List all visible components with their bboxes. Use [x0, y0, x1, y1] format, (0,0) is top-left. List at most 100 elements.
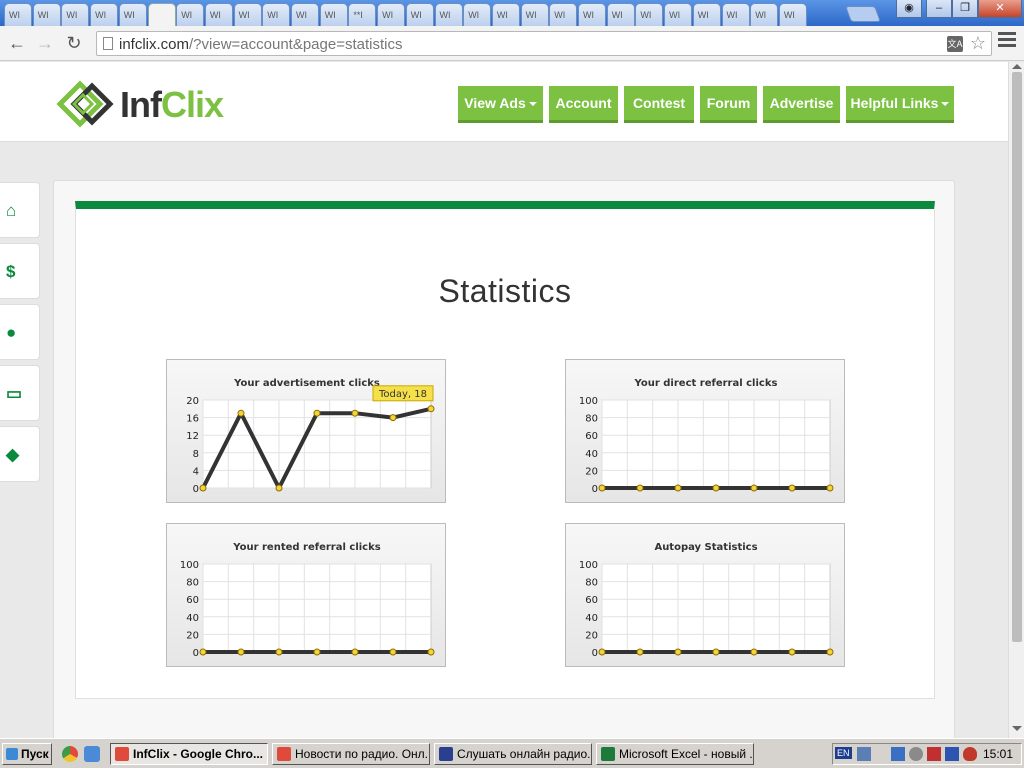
- data-point[interactable]: [636, 648, 644, 656]
- network-icon[interactable]: [857, 747, 871, 761]
- data-point[interactable]: [674, 484, 682, 492]
- data-point[interactable]: [237, 409, 245, 417]
- data-point[interactable]: [750, 648, 758, 656]
- browser-tab[interactable]: WI: [692, 3, 721, 26]
- translate-icon[interactable]: 文A: [947, 36, 963, 52]
- reload-icon[interactable]: ↻: [63, 32, 85, 54]
- browser-tab[interactable]: WI: [721, 3, 750, 26]
- browser-tab[interactable]: WI: [520, 3, 549, 26]
- data-point[interactable]: [237, 648, 245, 656]
- browser-tab[interactable]: WI: [606, 3, 635, 26]
- data-point[interactable]: [674, 648, 682, 656]
- data-point[interactable]: [712, 484, 720, 492]
- data-point[interactable]: [788, 648, 796, 656]
- tray-app-icon[interactable]: [909, 747, 923, 761]
- y-tick-label: 100: [579, 560, 598, 571]
- browser-tab[interactable]: WI: [377, 3, 406, 26]
- browser-tab[interactable]: WI: [262, 3, 291, 26]
- scroll-down-icon[interactable]: [1012, 726, 1022, 731]
- data-point[interactable]: [826, 648, 834, 656]
- page-scrollbar[interactable]: [1008, 62, 1024, 738]
- browser-tab[interactable]: WI: [491, 3, 520, 26]
- browser-tab[interactable]: WI: [750, 3, 779, 26]
- data-point[interactable]: [275, 484, 283, 492]
- data-point[interactable]: [750, 484, 758, 492]
- language-indicator[interactable]: EN: [835, 747, 852, 759]
- browser-tab[interactable]: WI: [578, 3, 606, 26]
- browser-tab[interactable]: WI: [176, 3, 205, 26]
- taskbar-item[interactable]: Новости по радио. Онл...: [272, 743, 430, 765]
- taskbar-item[interactable]: Слушать онлайн радио...: [434, 743, 592, 765]
- scroll-thumb[interactable]: [1012, 72, 1022, 642]
- browser-tab[interactable]: WI: [549, 3, 578, 26]
- chrome-quicklaunch-icon[interactable]: [62, 746, 78, 762]
- browser-tab[interactable]: WI: [233, 3, 262, 26]
- browser-tab[interactable]: WI: [434, 3, 463, 26]
- close-window-button[interactable]: ✕: [978, 0, 1022, 18]
- data-point[interactable]: [199, 484, 207, 492]
- data-point[interactable]: [636, 484, 644, 492]
- minimize-button[interactable]: –: [926, 0, 952, 18]
- browser-tab[interactable]: WI: [90, 3, 119, 26]
- browser-tab[interactable]: WI: [463, 3, 492, 26]
- nav-helpful-links[interactable]: Helpful Links: [846, 86, 954, 123]
- profile-icon[interactable]: ◉: [896, 0, 922, 18]
- restore-button[interactable]: ❐: [952, 0, 978, 18]
- statistics-section: Statistics Your advertisement clicks 0 4 8 1…: [75, 201, 935, 699]
- browser-tab[interactable]: WI: [61, 3, 90, 26]
- browser-tab[interactable]: WI: [118, 3, 147, 26]
- dollar-icon[interactable]: $: [0, 243, 40, 299]
- start-button[interactable]: Пуск: [2, 743, 52, 765]
- browser-tab[interactable]: WI: [291, 3, 319, 26]
- browser-tab[interactable]: WI: [204, 3, 233, 26]
- browser-tab[interactable]: WI: [405, 3, 434, 26]
- data-point[interactable]: [351, 409, 359, 417]
- browser-tab[interactable]: WI: [778, 3, 807, 26]
- browser-tab[interactable]: **I: [348, 3, 377, 26]
- volume-icon[interactable]: [927, 747, 941, 761]
- data-point[interactable]: [389, 414, 397, 422]
- active-tab[interactable]: [147, 3, 176, 26]
- nav-view-ads[interactable]: View Ads: [458, 86, 543, 123]
- taskbar-item[interactable]: InfClix - Google Chro...: [110, 743, 268, 765]
- data-point[interactable]: [598, 484, 606, 492]
- antivirus-icon[interactable]: [963, 747, 977, 761]
- data-point[interactable]: [788, 484, 796, 492]
- browser-tab[interactable]: WI: [664, 3, 693, 26]
- browser-tab[interactable]: WI: [4, 3, 32, 26]
- tags-icon[interactable]: ◆: [0, 426, 40, 482]
- data-point[interactable]: [351, 648, 359, 656]
- forward-icon[interactable]: →: [34, 32, 56, 54]
- data-point[interactable]: [313, 648, 321, 656]
- data-point[interactable]: [598, 648, 606, 656]
- new-tab-button[interactable]: [845, 6, 881, 22]
- browser-tab[interactable]: WI: [635, 3, 664, 26]
- back-icon[interactable]: ←: [6, 32, 28, 54]
- data-point[interactable]: [313, 409, 321, 417]
- browser-tab[interactable]: WI: [319, 3, 348, 26]
- data-point[interactable]: [389, 648, 397, 656]
- nav-contest[interactable]: Contest: [624, 86, 694, 123]
- data-point[interactable]: [826, 484, 834, 492]
- user-icon[interactable]: ●: [0, 304, 40, 360]
- tray-app-icon[interactable]: [891, 747, 905, 761]
- star-icon[interactable]: ☆: [970, 33, 986, 54]
- explorer-quicklaunch-icon[interactable]: [84, 746, 100, 762]
- presentation-icon[interactable]: ▭: [0, 365, 40, 421]
- data-point[interactable]: [712, 648, 720, 656]
- chrome-menu-icon[interactable]: [998, 32, 1016, 50]
- scroll-up-icon[interactable]: [1012, 64, 1022, 69]
- data-point[interactable]: [199, 648, 207, 656]
- logo[interactable]: InfClix: [56, 80, 224, 128]
- data-point[interactable]: [427, 648, 435, 656]
- nav-forum[interactable]: Forum: [700, 86, 757, 123]
- data-point[interactable]: [427, 405, 435, 413]
- home-icon[interactable]: ⌂: [0, 182, 40, 238]
- taskbar-item[interactable]: Microsoft Excel - новый ...: [596, 743, 754, 765]
- address-bar[interactable]: infclix.com/?view=account&page=statistic…: [96, 31, 992, 56]
- nav-advertise[interactable]: Advertise: [763, 86, 840, 123]
- tray-app-icon[interactable]: [945, 747, 959, 761]
- browser-tab[interactable]: WI: [32, 3, 61, 26]
- nav-account[interactable]: Account: [549, 86, 618, 123]
- data-point[interactable]: [275, 648, 283, 656]
